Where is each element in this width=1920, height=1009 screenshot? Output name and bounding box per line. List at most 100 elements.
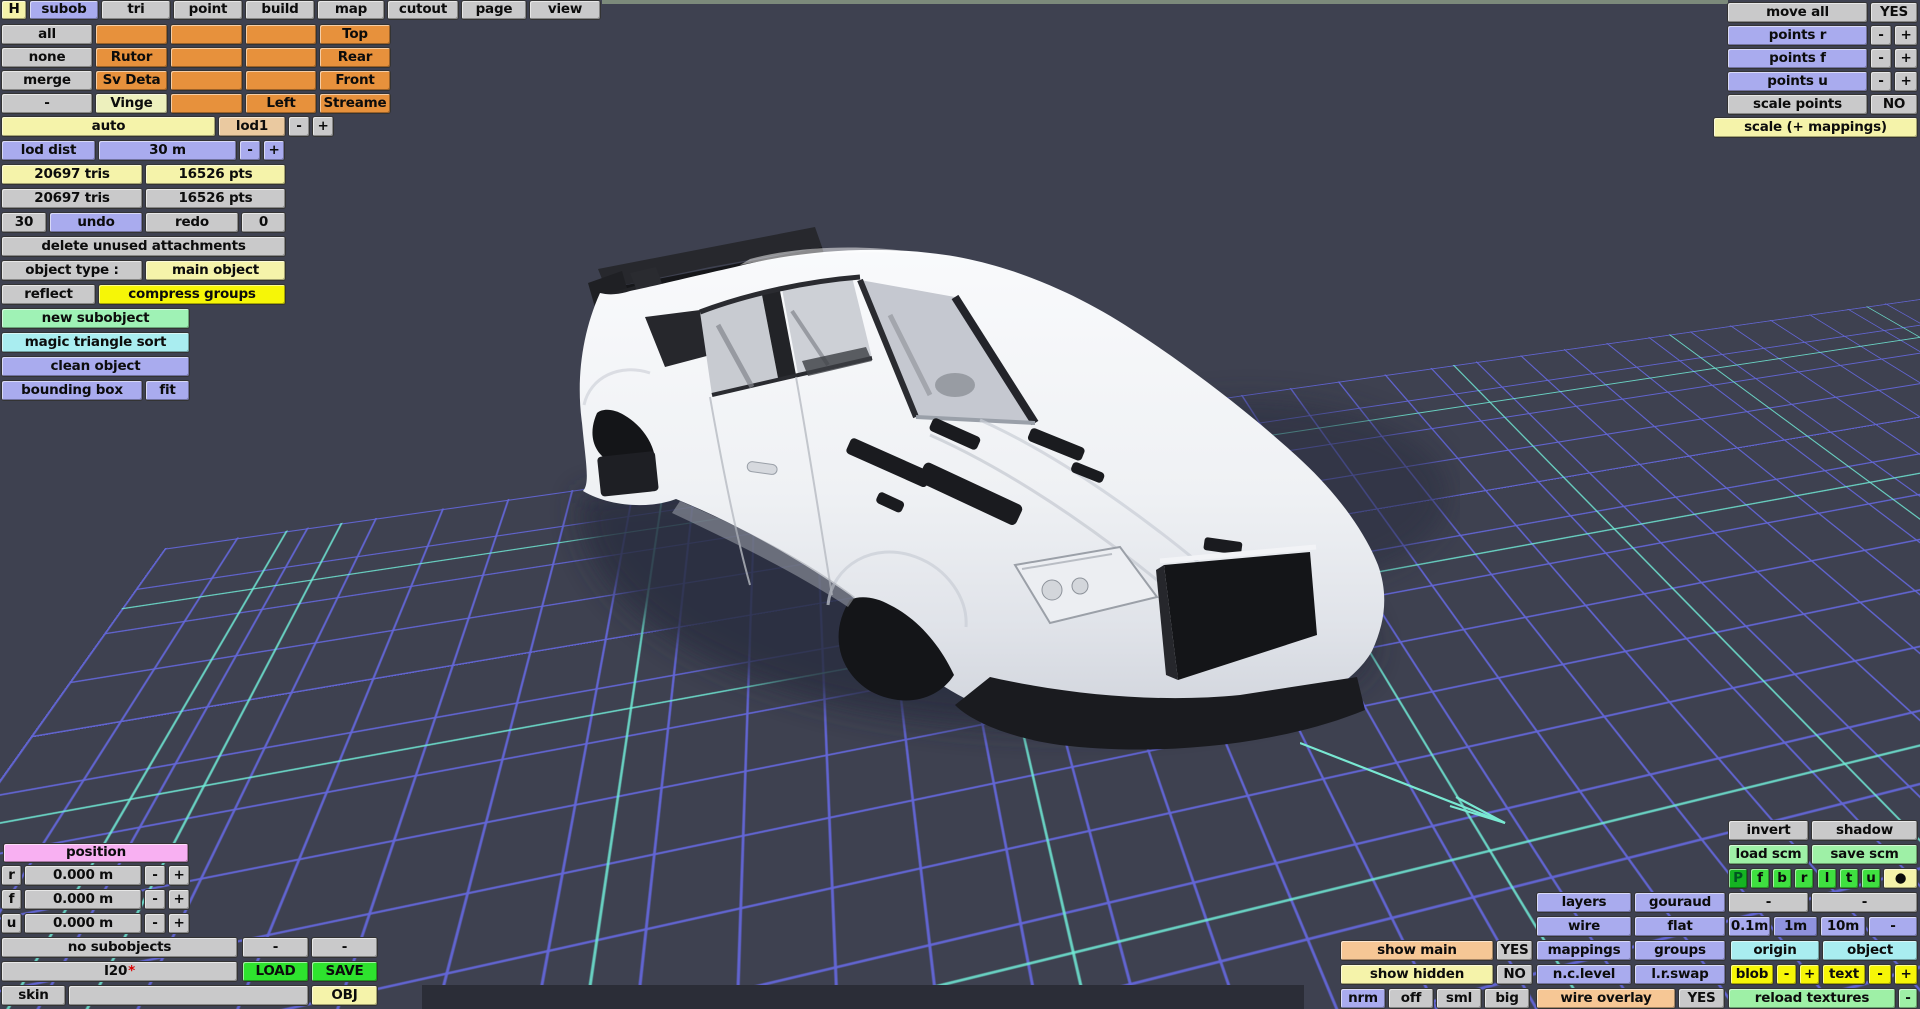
view-front-button[interactable]: Front: [319, 70, 391, 91]
load-scm-button[interactable]: load scm: [1728, 844, 1809, 865]
undo-button[interactable]: undo: [49, 212, 143, 233]
lod1-button[interactable]: lod1: [218, 116, 286, 137]
file-name-field[interactable]: I20 *: [1, 961, 238, 982]
points-r-button[interactable]: points r: [1727, 25, 1868, 46]
position-f-value[interactable]: 0.000 m: [24, 889, 142, 910]
points-u-button[interactable]: points u: [1727, 71, 1868, 92]
subob-sv-deta[interactable]: Sv Deta: [95, 70, 168, 91]
position-u-value[interactable]: 0.000 m: [24, 913, 142, 934]
face-dot-button[interactable]: ●: [1883, 868, 1918, 889]
delete-unused-attachments-button[interactable]: delete unused attachments: [1, 236, 286, 257]
lod-minus-button[interactable]: -: [288, 116, 310, 137]
text-button[interactable]: text: [1822, 964, 1866, 985]
gouraud-button[interactable]: gouraud: [1634, 892, 1726, 913]
object-button[interactable]: object: [1822, 940, 1918, 961]
position-u-plus[interactable]: +: [168, 913, 190, 934]
show-hidden-button[interactable]: show hidden: [1340, 964, 1494, 985]
new-subobject-button[interactable]: new subobject: [1, 308, 190, 329]
scale-points-button[interactable]: scale points: [1727, 94, 1868, 115]
merge-button[interactable]: merge: [1, 70, 93, 91]
grid-size-01m-button[interactable]: 0.1m: [1728, 916, 1771, 937]
grid-size-dash-button[interactable]: -: [1868, 916, 1918, 937]
scale-mappings-button[interactable]: scale (+ mappings): [1713, 117, 1918, 138]
subob-cell-empty[interactable]: [170, 70, 243, 91]
skin-name-field[interactable]: [68, 985, 309, 1006]
obj-format-button[interactable]: OBJ: [311, 985, 378, 1006]
layers-button[interactable]: layers: [1536, 892, 1632, 913]
lod-plus-button[interactable]: +: [312, 116, 334, 137]
points-r-plus[interactable]: +: [1894, 25, 1918, 46]
subob-vinge[interactable]: Vinge: [95, 93, 168, 114]
subobject-prev-button[interactable]: -: [242, 937, 309, 958]
grid-size-10m-button[interactable]: 10m: [1820, 916, 1866, 937]
menu-cutout[interactable]: cutout: [387, 0, 459, 20]
off-button[interactable]: off: [1388, 988, 1434, 1009]
subobject-next-button[interactable]: -: [311, 937, 378, 958]
reflect-button[interactable]: reflect: [1, 284, 96, 305]
redo-button[interactable]: redo: [145, 212, 239, 233]
lr-swap-button[interactable]: l.r.swap: [1634, 964, 1726, 985]
load-button[interactable]: LOAD: [242, 961, 309, 982]
move-all-toggle[interactable]: YES: [1870, 2, 1918, 23]
face-r-button[interactable]: r: [1794, 868, 1814, 889]
sml-button[interactable]: sml: [1436, 988, 1482, 1009]
wire-button[interactable]: wire: [1536, 916, 1632, 937]
menu-subob[interactable]: subob: [29, 0, 99, 20]
points-f-plus[interactable]: +: [1894, 48, 1918, 69]
subob-streame[interactable]: Streame: [319, 93, 391, 114]
points-u-plus[interactable]: +: [1894, 71, 1918, 92]
menu-map[interactable]: map: [317, 0, 385, 20]
nc-level-button[interactable]: n.c.level: [1536, 964, 1632, 985]
view-rear-button[interactable]: Rear: [319, 47, 391, 68]
reload-textures-dash[interactable]: -: [1898, 988, 1918, 1009]
face-t-button[interactable]: t: [1839, 868, 1859, 889]
view-top-button[interactable]: Top: [319, 24, 391, 45]
menu-build[interactable]: build: [245, 0, 315, 20]
points-u-minus[interactable]: -: [1870, 71, 1892, 92]
subob-cell-empty[interactable]: [95, 24, 168, 45]
nrm-button[interactable]: nrm: [1340, 988, 1386, 1009]
position-r-plus[interactable]: +: [168, 865, 190, 886]
subob-cell-empty[interactable]: [245, 24, 317, 45]
reload-textures-button[interactable]: reload textures: [1728, 988, 1896, 1009]
points-f-button[interactable]: points f: [1727, 48, 1868, 69]
subob-cell-empty[interactable]: [245, 70, 317, 91]
grid-size-1m-button[interactable]: 1m: [1773, 916, 1818, 937]
scale-points-toggle[interactable]: NO: [1870, 94, 1918, 115]
bounding-box-button[interactable]: bounding box: [1, 380, 143, 401]
show-hidden-toggle[interactable]: NO: [1496, 964, 1533, 985]
face-p-button[interactable]: P: [1728, 868, 1748, 889]
position-r-value[interactable]: 0.000 m: [24, 865, 142, 886]
view-left-button[interactable]: Left: [245, 93, 317, 114]
mappings-button[interactable]: mappings: [1536, 940, 1632, 961]
big-button[interactable]: big: [1484, 988, 1530, 1009]
text-minus-button[interactable]: -: [1868, 964, 1892, 985]
clean-object-button[interactable]: clean object: [1, 356, 190, 377]
points-r-minus[interactable]: -: [1870, 25, 1892, 46]
text-plus-button[interactable]: +: [1894, 964, 1918, 985]
position-f-minus[interactable]: -: [144, 889, 166, 910]
subob-cell-empty[interactable]: [170, 47, 243, 68]
magic-triangle-sort-button[interactable]: magic triangle sort: [1, 332, 190, 353]
subob-cell-empty[interactable]: [170, 24, 243, 45]
subob-rutor[interactable]: Rutor: [95, 47, 168, 68]
blob-minus-button[interactable]: -: [1776, 964, 1797, 985]
layers-dash-button[interactable]: -: [1728, 892, 1809, 913]
menu-h[interactable]: H: [1, 0, 27, 20]
lod-dist-minus-button[interactable]: -: [239, 140, 261, 161]
position-r-minus[interactable]: -: [144, 865, 166, 886]
layers-dash-button-2[interactable]: -: [1811, 892, 1918, 913]
face-l-button[interactable]: l: [1817, 868, 1837, 889]
position-u-minus[interactable]: -: [144, 913, 166, 934]
invert-button[interactable]: invert: [1728, 820, 1809, 841]
menu-point[interactable]: point: [173, 0, 243, 20]
points-f-minus[interactable]: -: [1870, 48, 1892, 69]
blob-button[interactable]: blob: [1730, 964, 1774, 985]
menu-tri[interactable]: tri: [101, 0, 171, 20]
shadow-button[interactable]: shadow: [1811, 820, 1918, 841]
lod-dist-plus-button[interactable]: +: [263, 140, 285, 161]
save-scm-button[interactable]: save scm: [1811, 844, 1918, 865]
wire-overlay-toggle[interactable]: YES: [1678, 988, 1725, 1009]
menu-view[interactable]: view: [529, 0, 601, 20]
face-u-button[interactable]: u: [1861, 868, 1881, 889]
